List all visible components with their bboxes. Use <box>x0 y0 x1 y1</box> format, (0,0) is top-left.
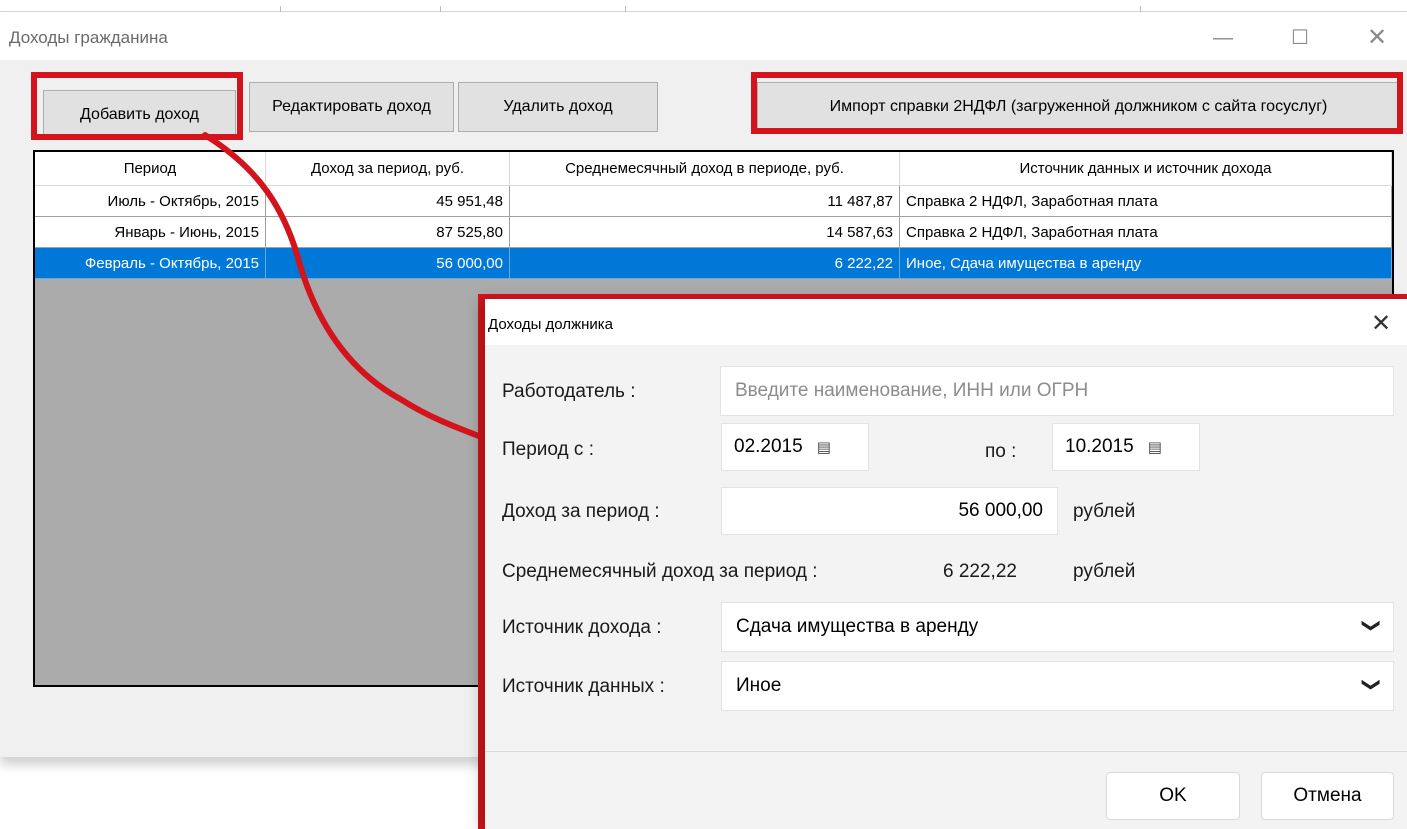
calendar-icon[interactable]: ▤ <box>1148 438 1162 456</box>
window-titlebar: Доходы гражданина — ☐ ✕ <box>0 12 1407 60</box>
period-from-value: 02.2015 <box>734 436 803 457</box>
column-header-period[interactable]: Период <box>35 152 266 186</box>
highlight-dialog-left <box>478 294 485 829</box>
table-row-selected[interactable]: Февраль - Октябрь, 2015 56 000,00 6 222,… <box>35 248 1392 279</box>
ok-button[interactable]: OK <box>1106 772 1240 820</box>
column-header-average[interactable]: Среднемесячный доход в периоде, руб. <box>510 152 900 186</box>
column-header-income[interactable]: Доход за период, руб. <box>266 152 510 186</box>
income-source-value: Сдача имущества в аренду <box>736 616 979 637</box>
period-from-label: Период с : <box>502 439 594 460</box>
employer-input[interactable]: Введите наименование, ИНН или ОГРН <box>720 366 1394 416</box>
data-source-select[interactable]: Иное ❯ <box>721 661 1394 711</box>
cell-period: Июль - Октябрь, 2015 <box>35 186 266 217</box>
cell-source: Справка 2 НДФЛ, Заработная плата <box>900 217 1392 248</box>
import-2ndfl-button[interactable]: Импорт справки 2НДФЛ (загруженной должни… <box>757 82 1400 132</box>
dialog-divider <box>485 751 1407 752</box>
cell-average: 11 487,87 <box>510 186 900 217</box>
average-income-value: 6 222,22 <box>943 561 1017 582</box>
close-button[interactable]: ✕ <box>1357 24 1397 52</box>
data-source-label: Источник данных : <box>502 676 665 697</box>
cell-source: Иное, Сдача имущества в аренду <box>900 248 1392 279</box>
dialog-titlebar: Доходы должника ✕ <box>485 299 1407 345</box>
income-input[interactable]: 56 000,00 <box>721 487 1058 535</box>
add-income-button[interactable]: Добавить доход <box>43 90 236 140</box>
employer-label: Работодатель : <box>502 381 636 402</box>
table-row[interactable]: Июль - Октябрь, 2015 45 951,48 11 487,87… <box>35 186 1392 217</box>
column-header-source[interactable]: Источник данных и источник дохода <box>900 152 1392 186</box>
period-from-picker[interactable]: 02.2015 ▤ <box>721 423 869 471</box>
maximize-button[interactable]: ☐ <box>1280 24 1320 52</box>
income-source-label: Источник дохода : <box>502 617 662 638</box>
cell-income: 56 000,00 <box>266 248 510 279</box>
cell-average: 14 587,63 <box>510 217 900 248</box>
period-to-value: 10.2015 <box>1065 436 1134 457</box>
edit-income-button[interactable]: Редактировать доход <box>249 82 454 132</box>
income-source-select[interactable]: Сдача имущества в аренду ❯ <box>721 602 1394 652</box>
dialog-close-button[interactable]: ✕ <box>1371 309 1391 338</box>
debtor-income-dialog: Доходы должника ✕ Работодатель : Введите… <box>485 299 1407 829</box>
cell-period: Январь - Июнь, 2015 <box>35 217 266 248</box>
cell-income: 45 951,48 <box>266 186 510 217</box>
income-label: Доход за период : <box>502 501 660 522</box>
calendar-icon[interactable]: ▤ <box>817 438 831 456</box>
cell-average: 6 222,22 <box>510 248 900 279</box>
minimize-button[interactable]: — <box>1203 24 1243 52</box>
cell-period: Февраль - Октябрь, 2015 <box>35 248 266 279</box>
cancel-button[interactable]: Отмена <box>1261 772 1394 820</box>
data-source-value: Иное <box>736 675 782 696</box>
table-row[interactable]: Январь - Июнь, 2015 87 525,80 14 587,63 … <box>35 217 1392 248</box>
background-window-edge <box>0 0 1407 12</box>
dialog-title: Доходы должника <box>488 316 613 333</box>
chevron-down-icon[interactable]: ❯ <box>1361 618 1382 633</box>
currency-label: рублей <box>1073 501 1136 522</box>
table-header: Период Доход за период, руб. Среднемесяч… <box>35 152 1392 186</box>
cell-income: 87 525,80 <box>266 217 510 248</box>
delete-income-button[interactable]: Удалить доход <box>458 82 658 132</box>
cell-source: Справка 2 НДФЛ, Заработная плата <box>900 186 1392 217</box>
window-title: Доходы гражданина <box>9 28 168 47</box>
chevron-down-icon[interactable]: ❯ <box>1361 677 1382 692</box>
period-to-label: по : <box>985 441 1017 462</box>
period-to-picker[interactable]: 10.2015 ▤ <box>1052 423 1200 471</box>
average-income-label: Среднемесячный доход за период : <box>502 561 818 582</box>
average-currency-label: рублей <box>1073 561 1136 582</box>
